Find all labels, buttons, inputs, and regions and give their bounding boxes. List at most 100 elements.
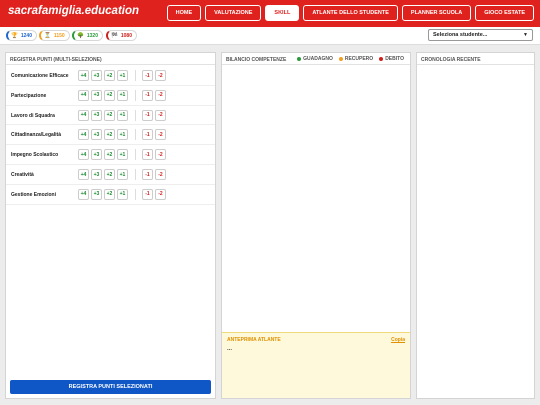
remove-points-button[interactable]: -2 xyxy=(155,89,166,101)
add-points-button[interactable]: +1 xyxy=(117,129,128,141)
stat-value: 1240 xyxy=(20,32,32,39)
add-points-button[interactable]: +3 xyxy=(91,70,102,81)
skill-name: Creatività xyxy=(11,172,34,178)
add-points-button[interactable]: +2 xyxy=(104,89,115,101)
legend-dot xyxy=(338,57,343,61)
add-points-button[interactable]: +3 xyxy=(91,89,102,101)
remove-points-button[interactable]: -1 xyxy=(142,109,153,121)
remove-points-button[interactable]: -2 xyxy=(155,188,166,200)
button-divider xyxy=(135,109,136,121)
skill-name: Impegno Scolastico xyxy=(11,152,59,159)
add-points-button[interactable]: +4 xyxy=(78,70,89,81)
legend: GUADAGNO RECUPERO DEBITO xyxy=(297,56,404,62)
add-points-button[interactable]: +3 xyxy=(91,129,102,141)
top-bar: sacrafamiglia.education HOME VALUTAZIONE… xyxy=(0,0,540,27)
stat-value: 1320 xyxy=(86,32,98,39)
add-points-button[interactable]: +3 xyxy=(91,188,102,200)
remove-points-button[interactable]: -1 xyxy=(142,70,153,81)
legend-label: GUADAGNO xyxy=(303,56,333,62)
remove-points-button[interactable]: -1 xyxy=(142,169,153,180)
main-nav: HOME VALUTAZIONE SKILL ATLANTE DELLO STU… xyxy=(166,5,534,21)
add-points-button[interactable]: +1 xyxy=(117,109,128,121)
add-points-button[interactable]: +4 xyxy=(78,188,89,200)
panel-title: REGISTRA PUNTI (MULTI-SELEZIONE) xyxy=(6,53,215,65)
nav-home-button[interactable]: HOME xyxy=(166,5,202,21)
skill-name: Lavoro di Squadra xyxy=(11,112,55,119)
brand-logo[interactable]: sacrafamiglia.education xyxy=(8,5,139,17)
add-points-button[interactable]: +2 xyxy=(104,149,115,161)
add-points-button[interactable]: +1 xyxy=(117,169,128,180)
add-points-button[interactable]: +3 xyxy=(91,149,102,161)
stat-badge-green: 🌳 1320 xyxy=(72,30,103,41)
skill-row: Comunicazione Efficace +4 +3 +2 +1 -1 -2 xyxy=(6,66,215,86)
button-divider xyxy=(135,149,136,161)
remove-points-button[interactable]: -1 xyxy=(142,188,153,200)
button-divider xyxy=(135,70,136,81)
add-points-button[interactable]: +1 xyxy=(117,89,128,101)
skill-name: Comunicazione Efficace xyxy=(11,73,69,79)
add-points-button[interactable]: +4 xyxy=(78,149,89,161)
remove-points-button[interactable]: -2 xyxy=(155,129,166,141)
add-points-button[interactable]: +2 xyxy=(104,129,115,141)
add-points-button[interactable]: +1 xyxy=(117,188,128,200)
copy-link[interactable]: Copia xyxy=(391,337,405,343)
add-points-button[interactable]: +4 xyxy=(78,129,89,141)
legend-dot xyxy=(379,57,384,61)
register-points-button[interactable]: REGISTRA PUNTI SELEZIONATI xyxy=(10,380,211,394)
add-points-button[interactable]: +3 xyxy=(91,109,102,121)
atlas-text: ... xyxy=(227,346,233,352)
nav-gioco-button[interactable]: GIOCO ESTATE xyxy=(475,5,534,21)
add-points-button[interactable]: +2 xyxy=(104,188,115,200)
panel-title: CRONOLOGIA RECENTE xyxy=(417,53,534,65)
stat-badge-red: 🏁 1080 xyxy=(106,30,137,41)
legend-label: DEBITO xyxy=(385,56,404,62)
legend-item-debt: DEBITO xyxy=(379,56,404,62)
stat-value: 1150 xyxy=(53,32,65,39)
remove-points-button[interactable]: -1 xyxy=(142,129,153,141)
nav-planner-button[interactable]: PLANNER SCUOLA xyxy=(401,5,472,21)
button-divider xyxy=(135,188,136,200)
stat-value: 1080 xyxy=(120,32,132,39)
remove-points-button[interactable]: -2 xyxy=(155,109,166,121)
register-points-panel: REGISTRA PUNTI (MULTI-SELEZIONE) Comunic… xyxy=(5,52,216,399)
trophy-icon: 🏆 xyxy=(11,32,18,39)
add-points-button[interactable]: +4 xyxy=(78,89,89,101)
atlas-title: ANTEPRIMA ATLANTE xyxy=(227,337,281,343)
skill-row: Gestione Emozioni +4 +3 +2 +1 -1 -2 xyxy=(6,185,215,205)
add-points-button[interactable]: +1 xyxy=(117,149,128,161)
remove-points-button[interactable]: -2 xyxy=(155,149,166,161)
add-points-button[interactable]: +4 xyxy=(78,169,89,180)
history-panel: CRONOLOGIA RECENTE xyxy=(416,52,535,399)
student-select-value: Seleziona studente... xyxy=(433,32,488,38)
remove-points-button[interactable]: -2 xyxy=(155,169,166,180)
stat-badge-orange: ⏳ 1150 xyxy=(39,30,70,41)
balance-panel: BILANCIO COMPETENZE GUADAGNO RECUPERO DE… xyxy=(221,52,411,399)
nav-atlante-button[interactable]: ATLANTE DELLO STUDENTE xyxy=(303,5,398,21)
add-points-button[interactable]: +2 xyxy=(104,169,115,180)
remove-points-button[interactable]: -1 xyxy=(142,149,153,161)
student-select[interactable]: Seleziona studente... ▼ xyxy=(428,29,533,41)
nav-valutazione-button[interactable]: VALUTAZIONE xyxy=(205,5,262,21)
skill-name: Cittadinanza/Legalità xyxy=(11,132,62,139)
add-points-button[interactable]: +2 xyxy=(104,109,115,121)
hourglass-icon: ⏳ xyxy=(44,32,51,39)
remove-points-button[interactable]: -2 xyxy=(155,70,166,81)
remove-points-button[interactable]: -1 xyxy=(142,89,153,101)
button-divider xyxy=(135,129,136,141)
legend-dot xyxy=(297,57,302,61)
skill-row: Impegno Scolastico +4 +3 +2 +1 -1 -2 xyxy=(6,145,215,165)
chevron-down-icon: ▼ xyxy=(523,32,528,38)
skill-row: Cittadinanza/Legalità +4 +3 +2 +1 -1 -2 xyxy=(6,125,215,146)
button-divider xyxy=(135,89,136,101)
stat-badge-blue: 🏆 1240 xyxy=(6,30,37,41)
legend-item-gain: GUADAGNO xyxy=(297,56,333,62)
nav-skill-button[interactable]: SKILL xyxy=(265,5,300,21)
legend-item-recovery: RECUPERO xyxy=(338,56,373,62)
skill-row: Lavoro di Squadra +4 +3 +2 +1 -1 -2 xyxy=(6,106,215,126)
add-points-button[interactable]: +4 xyxy=(78,109,89,121)
skill-row: Creatività +4 +3 +2 +1 -1 -2 xyxy=(6,165,215,185)
add-points-button[interactable]: +3 xyxy=(91,169,102,180)
add-points-button[interactable]: +1 xyxy=(117,70,128,81)
button-divider xyxy=(135,169,136,180)
add-points-button[interactable]: +2 xyxy=(104,70,115,81)
